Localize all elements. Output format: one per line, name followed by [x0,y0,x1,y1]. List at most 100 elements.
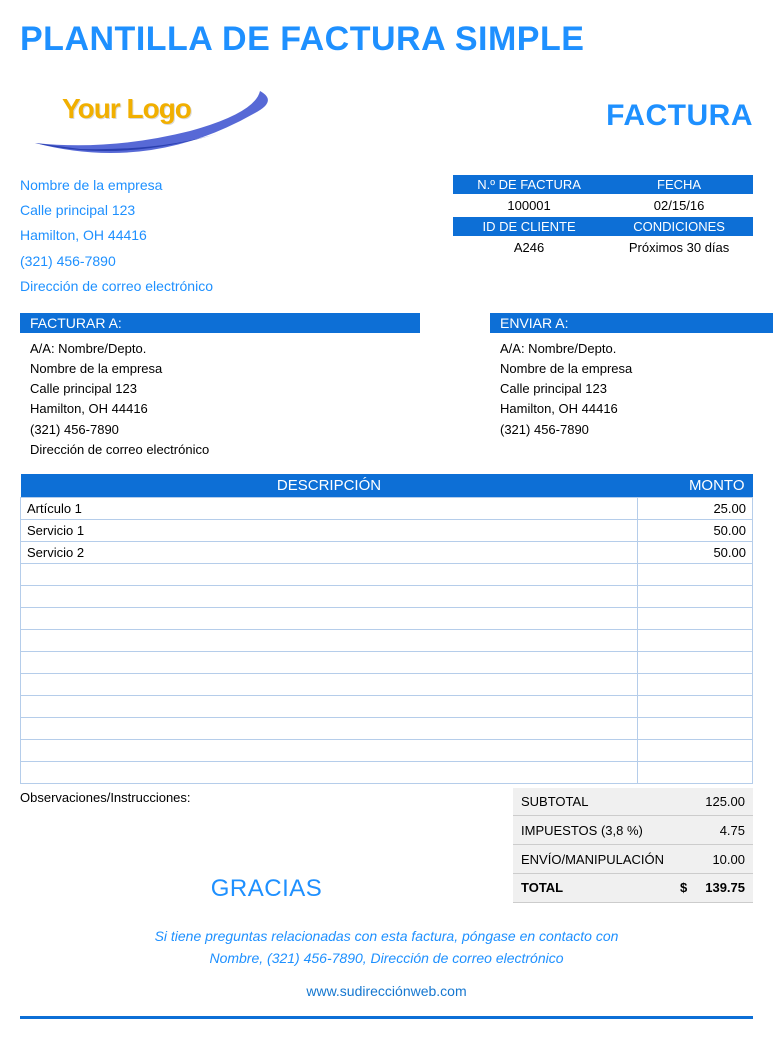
line-amount [638,629,753,651]
line-desc [21,651,638,673]
ship-name: Nombre de la empresa [500,359,773,379]
table-row [21,761,753,783]
logo-text: Your Logo [62,93,191,125]
subtotal: 125.00 [672,788,753,816]
line-amount: 25.00 [638,497,753,519]
line-amount [638,739,753,761]
bill-to-block: FACTURAR A: A/A: Nombre/Depto. Nombre de… [20,313,420,460]
line-desc [21,563,638,585]
table-row [21,563,753,585]
remarks: Observaciones/Instrucciones: GRACIAS [20,788,513,903]
ship-phone: (321) 456-7890 [500,420,773,440]
invoice-no: 100001 [453,194,605,217]
invoice-heading: FACTURA [606,99,753,133]
table-row [21,739,753,761]
footer: Si tiene preguntas relacionadas con esta… [20,925,753,1002]
company-street: Calle principal 123 [20,198,213,223]
line-desc [21,739,638,761]
table-row [21,717,753,739]
table-row: Servicio 250.00 [21,541,753,563]
tax-label: IMPUESTOS (3,8 %) [513,816,672,845]
amount-header: MONTO [638,474,753,498]
line-desc [21,585,638,607]
ship-to-label: ENVIAR A: [490,313,773,333]
client-id: A246 [453,236,605,259]
bill-email: Dirección de correo electrónico [30,440,410,460]
invoice-no-label: N.º DE FACTURA [453,175,605,194]
line-desc: Artículo 1 [21,497,638,519]
logo: Your Logo [20,73,280,163]
table-row [21,673,753,695]
bill-attn: A/A: Nombre/Depto. [30,339,410,359]
company-name: Nombre de la empresa [20,173,213,198]
template-title: PLANTILLA DE FACTURA SIMPLE [20,20,753,59]
bottom-row: Observaciones/Instrucciones: GRACIAS SUB… [20,788,753,903]
meta-table: N.º DE FACTURA FECHA 100001 02/15/16 ID … [453,175,753,259]
line-desc [21,761,638,783]
company-info: Nombre de la empresa Calle principal 123… [20,173,213,299]
tax: 4.75 [672,816,753,845]
line-desc [21,717,638,739]
subtotal-label: SUBTOTAL [513,788,672,816]
shipping-label: ENVÍO/MANIPULACIÓN [513,845,672,874]
bill-city: Hamilton, OH 44416 [30,399,410,419]
table-row: Servicio 150.00 [21,519,753,541]
invoice-meta: N.º DE FACTURA FECHA 100001 02/15/16 ID … [453,175,753,299]
remarks-label: Observaciones/Instrucciones: [20,790,513,805]
desc-header: DESCRIPCIÓN [21,474,638,498]
shipping: 10.00 [672,845,753,874]
line-desc [21,629,638,651]
line-amount [638,761,753,783]
ship-to-body: A/A: Nombre/Depto. Nombre de la empresa … [490,333,773,440]
ship-city: Hamilton, OH 44416 [500,399,773,419]
terms-label: CONDICIONES [605,217,753,236]
line-amount [638,585,753,607]
ship-street: Calle principal 123 [500,379,773,399]
line-amount [638,717,753,739]
bill-street: Calle principal 123 [30,379,410,399]
totals-table: SUBTOTAL 125.00 IMPUESTOS (3,8 %) 4.75 E… [513,788,753,903]
ship-attn: A/A: Nombre/Depto. [500,339,773,359]
thanks: GRACIAS [20,875,513,903]
bill-phone: (321) 456-7890 [30,420,410,440]
line-desc [21,673,638,695]
date-label: FECHA [605,175,753,194]
total: $ 139.75 [672,873,753,902]
company-city: Hamilton, OH 44416 [20,223,213,248]
table-row: Artículo 125.00 [21,497,753,519]
table-row [21,651,753,673]
bill-name: Nombre de la empresa [30,359,410,379]
invoice-page: PLANTILLA DE FACTURA SIMPLE Your Logo FA… [0,0,773,1049]
line-amount [638,673,753,695]
footer-line1: Si tiene preguntas relacionadas con esta… [20,925,753,947]
line-amount [638,607,753,629]
terms: Próximos 30 días [605,236,753,259]
line-desc: Servicio 1 [21,519,638,541]
total-amount: 139.75 [705,880,745,895]
line-amount [638,695,753,717]
line-desc [21,695,638,717]
ship-to-block: ENVIAR A: A/A: Nombre/Depto. Nombre de l… [490,313,773,460]
invoice-date: 02/15/16 [605,194,753,217]
currency: $ [680,880,687,895]
footer-line2: Nombre, (321) 456-7890, Dirección de cor… [20,947,753,969]
line-amount [638,651,753,673]
client-id-label: ID DE CLIENTE [453,217,605,236]
table-row [21,629,753,651]
line-desc [21,607,638,629]
info-row: Nombre de la empresa Calle principal 123… [20,173,753,299]
table-row [21,585,753,607]
footer-url: www.sudirecciónweb.com [20,980,753,1002]
line-desc: Servicio 2 [21,541,638,563]
bill-to-body: A/A: Nombre/Depto. Nombre de la empresa … [20,333,420,460]
company-email: Dirección de correo electrónico [20,274,213,299]
address-row: FACTURAR A: A/A: Nombre/Depto. Nombre de… [20,313,753,460]
company-phone: (321) 456-7890 [20,249,213,274]
table-row [21,695,753,717]
table-row [21,607,753,629]
line-items-table: DESCRIPCIÓN MONTO Artículo 125.00Servici… [20,474,753,784]
footer-divider [20,1016,753,1019]
header-row: Your Logo FACTURA [20,73,753,163]
bill-to-label: FACTURAR A: [20,313,420,333]
line-amount: 50.00 [638,519,753,541]
